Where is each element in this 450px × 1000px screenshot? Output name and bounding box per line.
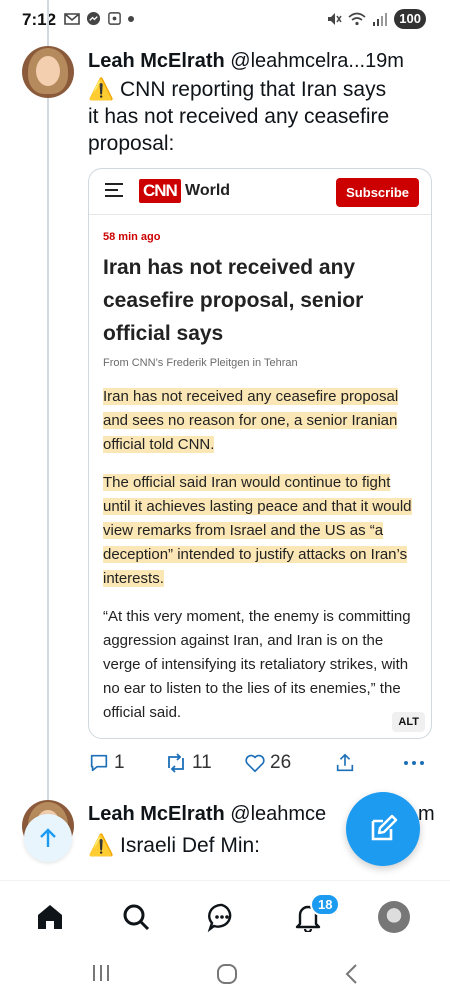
highlighted-text: Iran has not received any ceasefire prop… <box>103 388 399 453</box>
thread-line-top <box>47 0 49 40</box>
notification-icons <box>64 11 134 26</box>
system-status-icons: 100 <box>326 9 426 29</box>
screenshot-icon <box>108 12 121 25</box>
reply-button[interactable]: 1 <box>88 752 125 774</box>
article-headline: Iran has not received any ceasefire prop… <box>103 256 364 345</box>
messenger-icon <box>86 11 101 26</box>
wifi-icon <box>348 12 366 26</box>
status-time: 7:12 <box>22 10 57 29</box>
gmail-icon <box>64 12 80 25</box>
compose-icon <box>371 814 398 841</box>
retweet-button[interactable]: 11 <box>164 752 212 774</box>
author-name[interactable]: Leah McElrath <box>88 50 225 72</box>
compose-button[interactable] <box>346 792 420 866</box>
chat-bubble-icon <box>207 903 232 932</box>
cnn-header: CNN World Subscribe <box>89 169 431 215</box>
like-count: 26 <box>270 752 292 773</box>
reply-icon <box>90 754 108 772</box>
profile-avatar <box>378 901 410 933</box>
alt-text-badge[interactable]: ALT <box>392 712 425 732</box>
tweet-actions: 1 11 26 <box>88 752 432 782</box>
cnn-logo: CNN <box>139 179 181 203</box>
tweet-header: Leah McElrath @leahmce m <box>88 803 435 826</box>
article-paragraph: “At this very moment, the enemy is commi… <box>103 608 411 721</box>
share-icon <box>336 753 354 772</box>
arrow-up-icon <box>40 828 56 847</box>
mute-icon <box>328 13 342 25</box>
nav-notifications[interactable]: 18 <box>290 893 341 935</box>
tweet-text: ⚠️ CNN reporting that Iran says it has n… <box>88 76 428 157</box>
tweet-text-line: proposal: <box>88 132 175 155</box>
tweet-time[interactable]: 19m <box>365 50 404 72</box>
scroll-to-top-button[interactable] <box>24 814 72 862</box>
more-icon <box>404 761 424 765</box>
notification-badge: 18 <box>310 893 341 916</box>
nav-grok[interactable] <box>204 899 240 935</box>
status-bar: 7:12 100 <box>0 0 450 40</box>
nav-profile[interactable] <box>376 899 412 935</box>
home-icon <box>38 905 62 929</box>
share-button[interactable] <box>334 752 356 774</box>
back-icon[interactable] <box>342 962 362 986</box>
article-age: 58 min ago <box>103 231 161 243</box>
home-button-icon[interactable] <box>215 962 239 986</box>
menu-icon <box>105 183 123 197</box>
like-button[interactable]: 26 <box>244 752 291 774</box>
cnn-section-label: World <box>185 182 231 199</box>
reply-count: 1 <box>114 752 125 773</box>
thread-connector-line <box>47 40 49 800</box>
signal-icon <box>373 13 388 26</box>
author-handle[interactable]: @leahmcelra... <box>230 50 365 72</box>
subscribe-button: Subscribe <box>336 178 419 207</box>
tweet-text-line: ⚠️ CNN reporting that Iran says <box>88 78 387 101</box>
tweet-image-card[interactable]: CNN World Subscribe 58 min ago Iran has … <box>88 168 432 739</box>
retweet-count: 11 <box>192 752 212 773</box>
nav-search[interactable] <box>118 899 154 935</box>
battery-indicator: 100 <box>394 9 426 29</box>
tweet-text-line: it has not received any ceasefire <box>88 105 390 128</box>
search-icon <box>123 904 150 931</box>
article-paragraph: Iran has not received any ceasefire prop… <box>103 385 419 457</box>
retweet-icon <box>168 753 184 773</box>
highlighted-text: The official said Iran would continue to… <box>103 474 412 587</box>
heart-icon <box>245 754 265 773</box>
author-handle[interactable]: @leahmce <box>230 803 326 825</box>
recent-apps-icon[interactable] <box>90 962 112 984</box>
dot-icon <box>128 15 134 22</box>
tweet-time[interactable]: m <box>418 803 435 826</box>
article-paragraph: The official said Iran would continue to… <box>103 471 419 591</box>
author-avatar[interactable] <box>22 46 74 98</box>
nav-home[interactable] <box>32 899 68 935</box>
author-name[interactable]: Leah McElrath <box>88 803 225 825</box>
article-byline: From CNN’s Frederik Pleitgen in Tehran <box>103 357 298 369</box>
tweet-header: Leah McElrath @leahmcelra...19m <box>88 50 404 73</box>
system-nav-bar <box>0 952 450 1000</box>
bottom-nav: 18 <box>0 880 450 952</box>
more-options-button[interactable] <box>402 752 426 774</box>
